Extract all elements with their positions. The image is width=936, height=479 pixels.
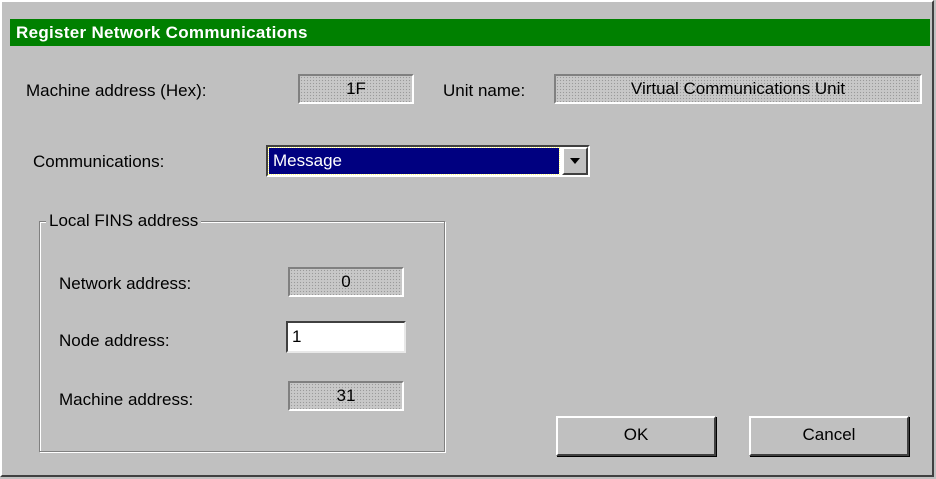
dropdown-button[interactable] [562,147,588,175]
ok-button[interactable]: OK [556,416,716,456]
machine-address-hex-label: Machine address (Hex): [26,81,207,100]
cancel-button[interactable]: Cancel [749,416,909,456]
network-address-label: Network address: [59,274,192,293]
machine-address-hex-field: 1F [298,74,414,104]
node-address-label: Node address: [59,331,170,350]
communications-dropdown[interactable]: Message [266,145,590,177]
unit-name-field: Virtual Communications Unit [554,74,922,104]
register-network-communications-dialog: Register Network Communications Machine … [0,0,934,477]
unit-name-label: Unit name: [443,81,526,100]
machine-address-field: 31 [288,381,404,411]
network-address-field: 0 [288,267,404,297]
node-address-input[interactable] [286,321,406,353]
machine-address-label: Machine address: [59,390,194,409]
communications-label: Communications: [33,152,165,171]
dialog-title: Register Network Communications [10,19,930,46]
communications-selected-value[interactable]: Message [268,147,560,175]
chevron-down-icon [570,158,580,164]
local-fins-address-group-label: Local FINS address [46,211,202,231]
